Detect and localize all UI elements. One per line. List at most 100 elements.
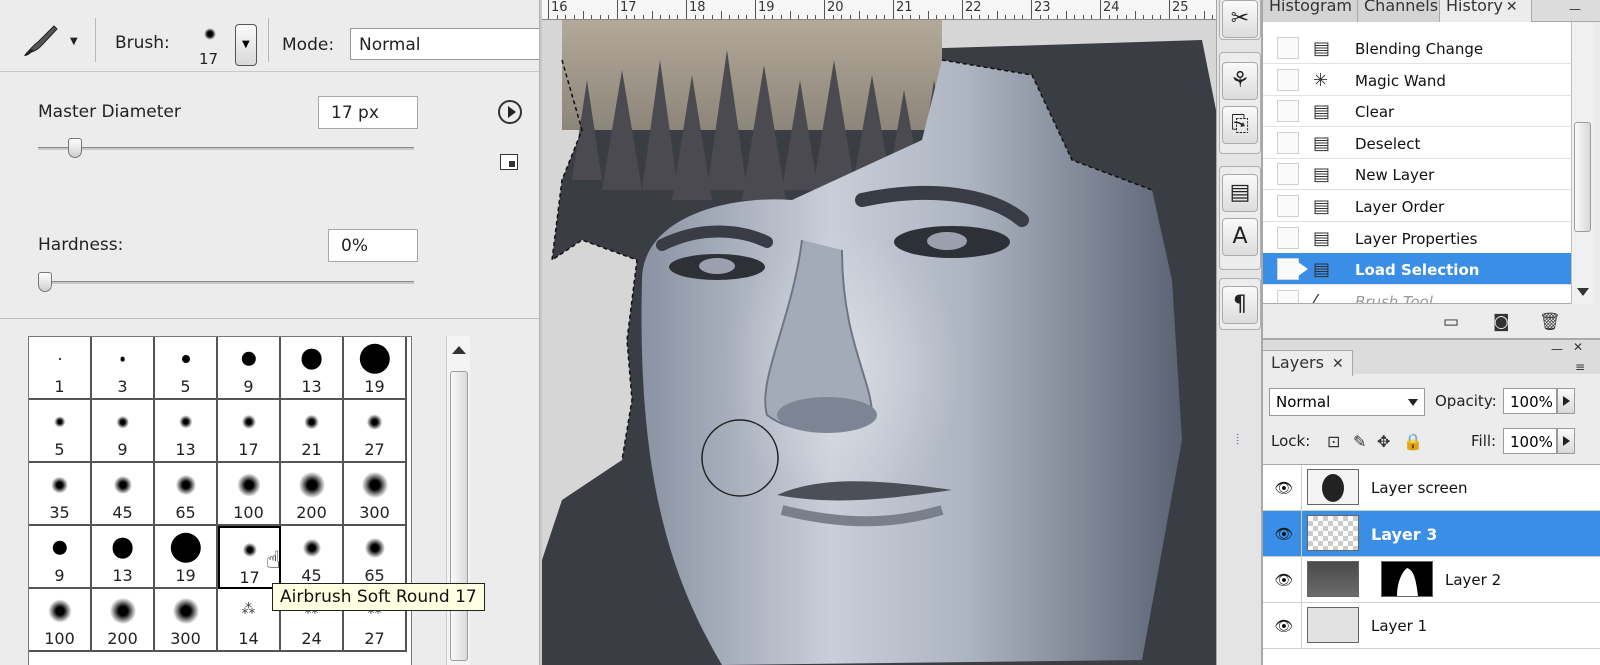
scroll-up-icon[interactable] xyxy=(452,346,466,354)
master-diameter-slider[interactable] xyxy=(38,147,414,150)
lock-position-icon[interactable]: ✥ xyxy=(1377,432,1390,451)
clone-source-icon[interactable]: ⚘ xyxy=(1222,62,1258,100)
notes-icon[interactable]: ▤ xyxy=(1222,174,1258,212)
tool-preset-dropdown-icon[interactable]: ▼ xyxy=(70,36,78,47)
tab-layers[interactable]: Layers ✕ xyxy=(1263,350,1353,376)
history-item[interactable]: ✳ Magic Wand xyxy=(1263,64,1571,96)
document-canvas[interactable]: 16 17 18 19 20 21 22 23 24 25 xyxy=(540,0,1216,665)
trash-icon[interactable]: 🗑 xyxy=(1539,312,1561,332)
layer-thumbnail[interactable] xyxy=(1307,607,1359,643)
panel-minimize-icon[interactable]: — xyxy=(1551,342,1563,356)
brush-preset[interactable]: 3 xyxy=(92,337,155,400)
brush-preset[interactable]: 13 xyxy=(155,400,218,463)
brush-preset[interactable]: 65 xyxy=(155,463,218,526)
brush-preset[interactable]: 27 xyxy=(344,400,407,463)
lock-pixels-icon[interactable]: ✎ xyxy=(1353,432,1366,451)
scrollbar-thumb[interactable] xyxy=(1574,122,1591,232)
eye-icon[interactable]: 👁 xyxy=(1271,523,1297,545)
brush-preset[interactable]: 300 xyxy=(344,463,407,526)
history-item[interactable]: ▤ Layer Order xyxy=(1263,190,1571,222)
brush-preset[interactable]: 35 xyxy=(29,463,92,526)
master-diameter-slider-thumb[interactable] xyxy=(68,138,83,158)
brush-menu-arrow-icon[interactable] xyxy=(498,100,522,124)
history-item[interactable]: ▤ Deselect xyxy=(1263,127,1571,159)
layer-row[interactable]: 👁 Layer 1 xyxy=(1263,603,1600,649)
scrollbar-thumb[interactable] xyxy=(450,371,468,661)
brush-preset[interactable]: 1 xyxy=(29,337,92,400)
brush-preset[interactable]: 21 xyxy=(281,400,344,463)
history-snapshot-checkbox[interactable] xyxy=(1277,258,1299,281)
history-snapshot-checkbox[interactable] xyxy=(1277,100,1299,123)
history-item[interactable]: ▤ New Layer xyxy=(1263,158,1571,191)
brush-preset[interactable]: 13 xyxy=(281,337,344,400)
tools-icon[interactable]: ✂ xyxy=(1222,0,1258,38)
brush-picker-button[interactable]: ▼ xyxy=(235,24,257,66)
brush-preset[interactable]: 13 xyxy=(92,526,155,589)
layer-thumbnail[interactable] xyxy=(1307,515,1359,551)
scroll-down-icon[interactable] xyxy=(1577,288,1589,296)
brush-preset[interactable]: 200 xyxy=(92,589,155,652)
master-diameter-input[interactable]: 17 px xyxy=(318,96,418,129)
fill-slider-button[interactable] xyxy=(1557,428,1575,454)
history-snapshot-checkbox[interactable] xyxy=(1277,37,1299,59)
brush-preset[interactable]: 65 xyxy=(344,526,407,589)
history-item[interactable]: ⁄ Brush Tool xyxy=(1263,285,1571,303)
layer-row[interactable]: 👁 Layer 3 xyxy=(1263,511,1600,557)
brush-preset[interactable]: 100 xyxy=(218,463,281,526)
hardness-input[interactable]: 0% xyxy=(328,229,418,262)
brush-preset[interactable]: 300 xyxy=(155,589,218,652)
layer-mask-thumbnail[interactable] xyxy=(1381,561,1433,597)
history-scrollbar[interactable] xyxy=(1571,22,1593,304)
history-snapshot-checkbox[interactable] xyxy=(1277,289,1299,303)
lock-all-icon[interactable]: 🔒 xyxy=(1403,432,1423,451)
brush-preset[interactable]: 9 xyxy=(218,337,281,400)
brush-preset[interactable]: 9 xyxy=(92,400,155,463)
eye-icon[interactable]: 👁 xyxy=(1271,615,1297,637)
history-item[interactable]: ▤ Layer Properties xyxy=(1263,222,1571,254)
history-item[interactable]: ▤ Load Selection xyxy=(1263,253,1571,286)
brush-preset[interactable]: 19 xyxy=(155,526,218,589)
lock-transparent-icon[interactable]: ⊡ xyxy=(1327,432,1340,451)
history-item[interactable]: ▤ Clear xyxy=(1263,95,1571,128)
close-icon[interactable]: ✕ xyxy=(1332,356,1344,372)
character-icon[interactable]: A xyxy=(1222,218,1258,256)
close-icon[interactable]: ✕ xyxy=(1506,0,1518,15)
brush-preset[interactable]: 19 xyxy=(344,337,407,400)
panel-close-icon[interactable]: ✕ xyxy=(1573,340,1583,354)
tab-history[interactable]: History ✕ xyxy=(1440,0,1532,22)
history-snapshot-checkbox[interactable] xyxy=(1277,131,1299,154)
eye-icon[interactable]: 👁 xyxy=(1271,569,1297,591)
new-snapshot-icon[interactable]: ◙ xyxy=(1493,312,1510,332)
history-snapshot-checkbox[interactable] xyxy=(1277,226,1299,249)
brush-preset[interactable]: 9 xyxy=(29,526,92,589)
blend-mode-select[interactable]: Normal xyxy=(1269,388,1425,416)
hardness-slider-thumb[interactable] xyxy=(38,272,52,292)
history-item[interactable]: ▤ Blending Change xyxy=(1263,32,1571,64)
layer-thumbnail[interactable] xyxy=(1307,469,1359,505)
history-snapshot-checkbox[interactable] xyxy=(1277,195,1299,217)
panel-minimize-icon[interactable]: — xyxy=(1569,2,1581,16)
brush-preset[interactable]: 100 xyxy=(29,589,92,652)
brush-preset[interactable]: 17 xyxy=(218,400,281,463)
opacity-slider-button[interactable] xyxy=(1557,388,1575,414)
brush-preset[interactable]: 45 xyxy=(281,526,344,589)
brush-preset[interactable]: 5 xyxy=(29,400,92,463)
history-snapshot-checkbox[interactable] xyxy=(1277,68,1299,91)
eye-icon[interactable]: 👁 xyxy=(1271,477,1297,499)
panel-menu-icon[interactable]: ≡ xyxy=(1575,360,1585,374)
brush-grid-scrollbar[interactable] xyxy=(446,336,470,665)
layer-thumbnail[interactable] xyxy=(1307,561,1359,597)
paragraph-icon[interactable]: ¶ xyxy=(1222,286,1258,324)
brush-preset[interactable]: 45 xyxy=(92,463,155,526)
new-document-from-state-icon[interactable]: ▭ xyxy=(1443,312,1459,332)
fill-input[interactable]: 100% xyxy=(1503,428,1557,454)
layer-row[interactable]: 👁 Layer 2 xyxy=(1263,557,1600,603)
new-preset-icon[interactable] xyxy=(500,154,518,170)
layer-row[interactable]: 👁 Layer screen xyxy=(1263,465,1600,511)
brush-preset[interactable]: 200 xyxy=(281,463,344,526)
mode-select[interactable]: Normal xyxy=(350,28,539,60)
canvas-image[interactable] xyxy=(542,20,1216,665)
brush-tool-icon[interactable] xyxy=(20,22,60,58)
hardness-slider[interactable] xyxy=(38,281,414,284)
brush-preset[interactable]: 5 xyxy=(155,337,218,400)
